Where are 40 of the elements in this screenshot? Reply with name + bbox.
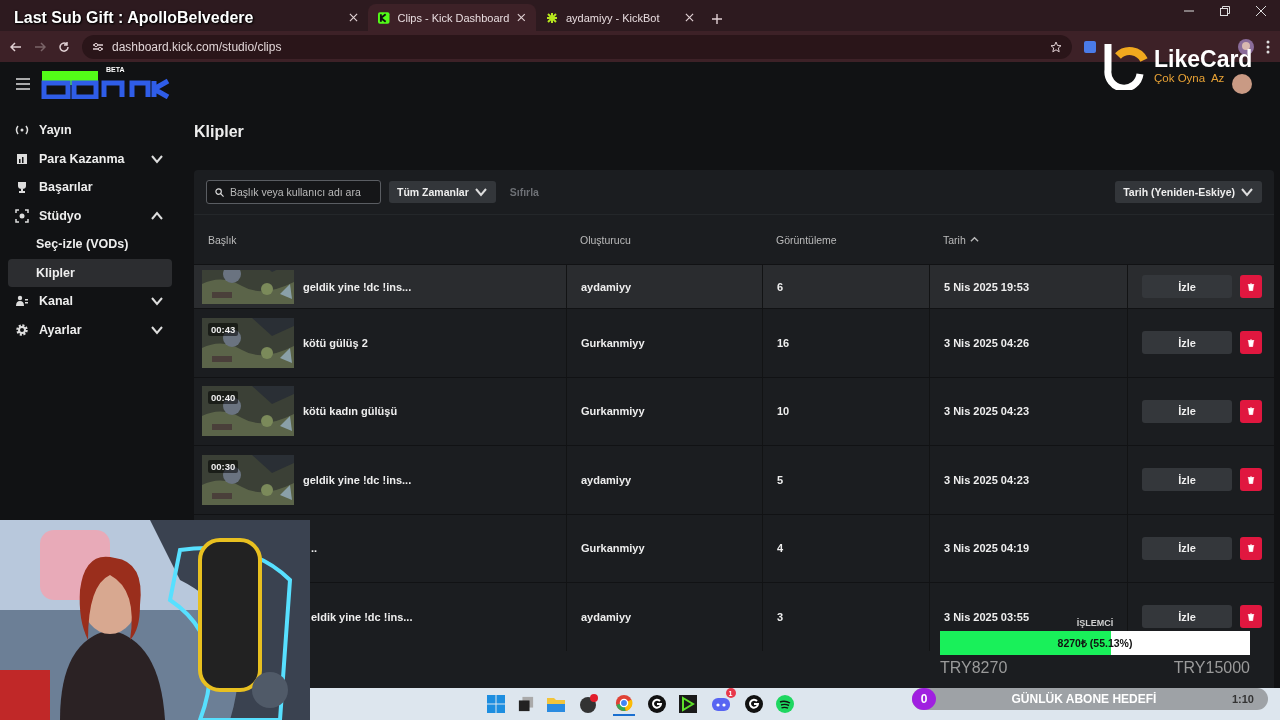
table-cell: 3 Nis 2025 04:23: [944, 473, 1029, 486]
tab-title: Clips - Kick Dashboard: [397, 11, 510, 24]
table-cell: 5: [777, 473, 784, 486]
table-cell: 6: [777, 280, 784, 293]
table-cell: 3 Nis 2025 04:23: [944, 405, 1029, 418]
page-title: Klipler: [194, 122, 244, 142]
clip-title: eldik yine !dc !ins...: [311, 610, 413, 623]
duration-label: 00:43: [208, 322, 239, 336]
table-cell: 16: [777, 336, 790, 349]
goal-amount: 8270₺ (55.13%): [1056, 636, 1134, 651]
clip-title: ..: [311, 542, 318, 555]
clip-title: geldik yine !dc !ins...: [303, 473, 412, 486]
duration-label: 00:30: [208, 459, 239, 473]
table-cell: Gurkanmiyy: [581, 336, 645, 349]
clip-title: kötü kadın gülüşü: [303, 405, 398, 418]
table-cell: 5 Nis 2025 19:53: [944, 280, 1029, 293]
goal-label: İŞLEMCİ: [1075, 618, 1115, 630]
last-sub-gift-text: Last Sub Gift : ApolloBelvedere: [14, 9, 254, 27]
table-cell: Gurkanmiyy: [581, 542, 645, 555]
goal-target: TRY15000: [1173, 659, 1250, 677]
table-cell: 3 Nis 2025 04:19: [944, 542, 1029, 555]
table-cell: 3: [777, 610, 784, 623]
table-cell: 10: [777, 405, 790, 418]
clock-time: 1:10: [1231, 693, 1255, 705]
table-cell: 3 Nis 2025 04:26: [944, 336, 1029, 349]
likecard-name: LikeCard: [1154, 48, 1253, 71]
duration-label: 00:40: [208, 391, 239, 405]
sub-count: 0: [912, 688, 936, 710]
table-cell: aydamiyy: [581, 280, 632, 293]
tab-title: aydamiyy - KickBot: [566, 11, 661, 24]
sub-goal-label: GÜNLÜK ABONE HEDEFİ: [1010, 692, 1158, 706]
likecard-slogan: Çok Oyna Az: [1154, 72, 1225, 84]
table-cell: aydamiyy: [581, 473, 632, 486]
clip-title: geldik yine !dc !ins...: [303, 280, 412, 293]
table-cell: aydamiyy: [581, 610, 632, 623]
table-cell: Gurkanmiyy: [581, 405, 645, 418]
table-cell: 3 Nis 2025 03:55: [944, 610, 1029, 623]
table-cell: 4: [777, 542, 784, 555]
clip-title: kötü gülüş 2: [303, 336, 368, 349]
goal-current: TRY8270: [940, 659, 1008, 677]
